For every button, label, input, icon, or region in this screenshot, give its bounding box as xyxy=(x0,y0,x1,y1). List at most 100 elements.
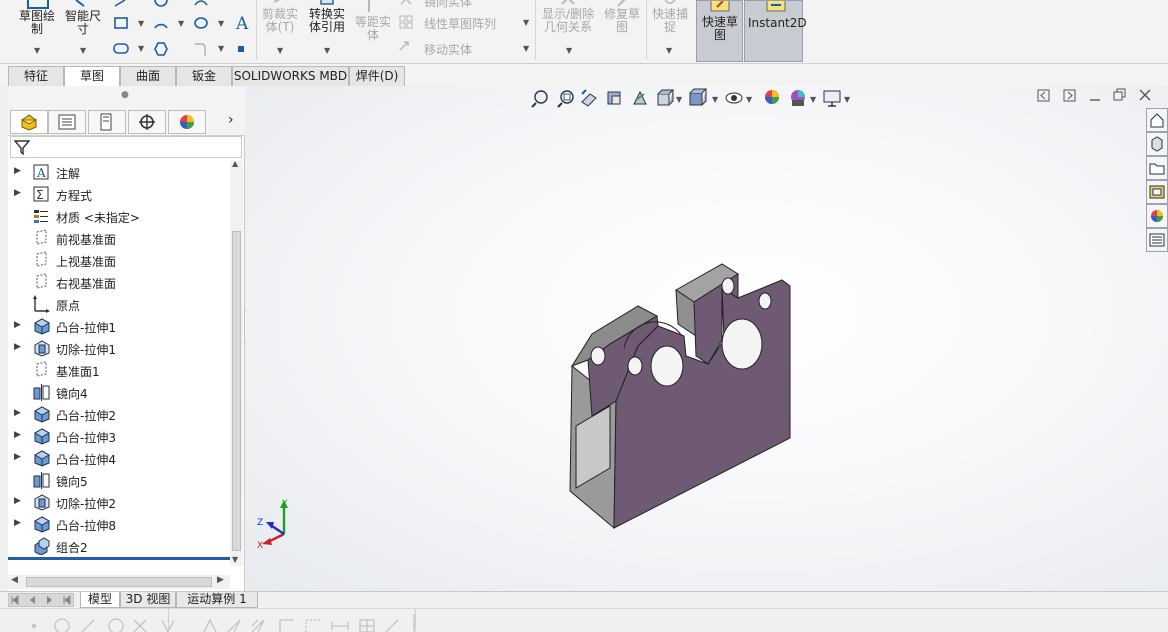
quick-snaps-button[interactable]: 快速捕 捉 xyxy=(648,0,692,34)
restore-icon[interactable] xyxy=(1113,88,1126,101)
zoom-to-fit-icon[interactable] xyxy=(531,90,548,108)
expand-arrow-icon[interactable]: ▶ xyxy=(14,342,21,352)
smart-dimension-dropdown-icon[interactable]: ▼ xyxy=(80,46,86,55)
propertymanager-tab[interactable] xyxy=(48,110,86,134)
display-delete-relations-button[interactable]: 显示/删除 几何关系 xyxy=(537,0,599,34)
panel-grip[interactable]: ● xyxy=(8,86,245,108)
tree-item[interactable]: 右视基准面 xyxy=(8,271,230,293)
tab-model[interactable]: 模型 xyxy=(80,592,120,608)
scroll-down-icon[interactable]: ▼ xyxy=(232,555,238,564)
linear-pattern-icon[interactable] xyxy=(398,15,414,29)
tab-features[interactable]: 特征 xyxy=(8,66,64,86)
slot-icon[interactable] xyxy=(113,42,129,56)
tree-item[interactable]: ▶ 凸台-拉伸4 xyxy=(8,447,230,469)
edit-appearance-icon[interactable] xyxy=(765,90,779,104)
linear-pattern-dropdown-icon[interactable]: ▼ xyxy=(523,18,529,27)
text-icon[interactable]: A xyxy=(234,14,250,32)
scroll-left-icon[interactable]: ◀ xyxy=(11,575,18,585)
ellipse-dropdown-icon[interactable]: ▼ xyxy=(218,19,224,28)
convert-entities-button[interactable]: 转换实 体引用 xyxy=(302,0,352,34)
sketch-button[interactable]: 草图绘 制 xyxy=(14,0,60,36)
tree-item[interactable]: ▶ 凸台-拉伸1 xyxy=(8,315,230,337)
sketch-dropdown-icon[interactable]: ▼ xyxy=(34,46,40,55)
mirror-entities-label[interactable]: 镜向实体 xyxy=(424,0,472,10)
relations-dropdown-icon[interactable]: ▼ xyxy=(566,46,572,55)
custom-properties-tab[interactable] xyxy=(1146,228,1168,252)
mirror-entities-icon[interactable] xyxy=(398,0,414,14)
tree-vertical-scroll-thumb[interactable] xyxy=(232,231,241,551)
repair-sketch-button[interactable]: 修复草 图 xyxy=(600,0,644,34)
fillet-icon[interactable] xyxy=(193,42,209,56)
section-view-icon[interactable] xyxy=(607,91,621,105)
linear-pattern-label[interactable]: 线性草图阵列 xyxy=(424,15,496,32)
zoom-to-area-icon[interactable] xyxy=(557,90,574,108)
tab-sketch[interactable]: 草图 xyxy=(64,66,120,86)
tile-left-icon[interactable] xyxy=(1037,89,1050,102)
dimxpertmanager-tab[interactable] xyxy=(128,110,166,134)
tree-item[interactable]: 原点 xyxy=(8,293,230,315)
apply-scene-dropdown-icon[interactable]: ▼ xyxy=(810,95,817,104)
polygon-icon[interactable] xyxy=(153,42,169,56)
line-icon[interactable] xyxy=(113,0,129,14)
tree-item[interactable]: ▶ 凸台-拉伸8 xyxy=(8,513,230,535)
tree-horizontal-scrollbar[interactable]: ◀ ▶ xyxy=(8,575,230,589)
tree-filter[interactable] xyxy=(10,136,242,158)
appearances-tab[interactable] xyxy=(1146,204,1168,228)
displaymanager-tab[interactable] xyxy=(168,110,206,134)
expand-arrow-icon[interactable]: ▶ xyxy=(14,166,21,176)
convert-dropdown-icon[interactable]: ▼ xyxy=(324,46,330,55)
display-style-icon[interactable] xyxy=(689,88,708,106)
tab-surfaces[interactable]: 曲面 xyxy=(120,66,176,86)
graphics-area[interactable]: ▼ ▼ ▼ ▼ ▼ Y Z X xyxy=(246,86,1168,591)
tree-item[interactable]: ▶ A 注解 xyxy=(8,161,230,183)
tree-item[interactable]: 材质 <未指定> xyxy=(8,205,230,227)
expand-arrow-icon[interactable]: ▶ xyxy=(14,452,21,462)
rectangle-dropdown-icon[interactable]: ▼ xyxy=(138,19,144,28)
quick-snaps-dropdown-icon[interactable]: ▼ xyxy=(666,46,672,55)
expand-arrow-icon[interactable]: ▶ xyxy=(14,408,21,418)
tree-item[interactable]: 镜向4 xyxy=(8,381,230,403)
tree-item[interactable]: 基准面1 xyxy=(8,359,230,381)
file-explorer-tab[interactable] xyxy=(1146,156,1168,180)
display-style-dropdown-icon[interactable]: ▼ xyxy=(712,95,719,104)
tree-item[interactable]: 上视基准面 xyxy=(8,249,230,271)
view-orientation-dropdown-icon[interactable]: ▼ xyxy=(676,95,683,104)
trim-dropdown-icon[interactable]: ▼ xyxy=(277,46,283,55)
view-palette-tab[interactable] xyxy=(1146,180,1168,204)
design-library-tab[interactable] xyxy=(1146,132,1168,156)
tree-item[interactable]: 前视基准面 xyxy=(8,227,230,249)
move-entities-label[interactable]: 移动实体 xyxy=(424,41,472,58)
expand-arrow-icon[interactable]: ▶ xyxy=(14,188,21,198)
scroll-up-icon[interactable]: ▲ xyxy=(232,159,238,168)
tree-item[interactable]: ▶ 切除-拉伸1 xyxy=(8,337,230,359)
more-tabs-chevron-icon[interactable]: › xyxy=(228,112,234,128)
tab-navigation-arrows[interactable] xyxy=(8,593,74,607)
previous-view-icon[interactable] xyxy=(581,89,597,107)
arc-dropdown-icon[interactable]: ▼ xyxy=(178,19,184,28)
smart-dimension-button[interactable]: 智能尺 寸 xyxy=(60,0,106,36)
tab-solidworks-mbd[interactable]: SOLIDWORKS MBD xyxy=(232,66,349,86)
view-settings-icon[interactable] xyxy=(823,90,841,107)
tile-right-icon[interactable] xyxy=(1063,89,1076,102)
tree-vertical-scrollbar[interactable]: ▲ ▼ xyxy=(230,159,243,566)
part-model[interactable] xyxy=(562,256,802,531)
tree-item[interactable]: 组合2 xyxy=(8,535,230,557)
expand-arrow-icon[interactable]: ▶ xyxy=(14,496,21,506)
tab-weldments[interactable]: 焊件(D) xyxy=(349,66,405,86)
tree-item[interactable]: ▶ 凸台-拉伸3 xyxy=(8,425,230,447)
view-orientation-icon[interactable] xyxy=(657,89,675,106)
tree-horizontal-scroll-thumb[interactable] xyxy=(26,577,212,587)
apply-scene-icon[interactable] xyxy=(791,90,805,106)
tab-motion-study-1[interactable]: 运动算例 1 xyxy=(176,592,258,608)
circle-icon[interactable] xyxy=(153,0,169,14)
close-icon[interactable] xyxy=(1139,89,1151,101)
configurationmanager-tab[interactable] xyxy=(88,110,126,134)
featuremanager-tab[interactable] xyxy=(10,110,48,134)
scroll-right-icon[interactable]: ▶ xyxy=(217,575,224,585)
tree-item[interactable]: ▶ Σ 方程式 xyxy=(8,183,230,205)
ellipse-icon[interactable] xyxy=(193,16,209,30)
solidworks-resources-tab[interactable] xyxy=(1146,108,1168,132)
rapid-sketch-button[interactable]: 快速草 图 xyxy=(696,0,743,62)
tree-item[interactable]: ▶ 切除-拉伸2 xyxy=(8,491,230,513)
offset-entities-button[interactable]: 等距实 体 xyxy=(352,0,394,42)
